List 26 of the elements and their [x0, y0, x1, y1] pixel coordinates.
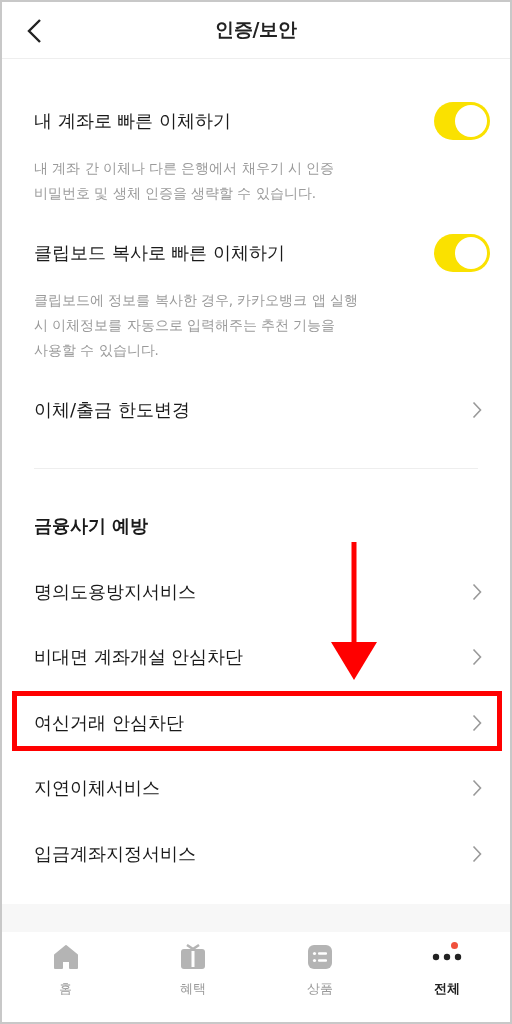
- chevron-right-icon: [472, 844, 482, 863]
- menu-item[interactable]: 입금계좌지정서비스: [2, 821, 510, 887]
- section-title: 금융사기 예방: [33, 514, 150, 538]
- toggle-switch[interactable]: [434, 234, 490, 272]
- setting-label: 클립보드 복사로 빠른 이체하기: [34, 241, 286, 265]
- toggle-switch[interactable]: [434, 102, 490, 140]
- home-icon: [52, 944, 79, 970]
- page-title: 인증/보안: [214, 17, 298, 42]
- menu-item[interactable]: 여신거래 안심차단: [2, 690, 510, 756]
- menu-item[interactable]: 비대면 계좌개설 안심차단: [2, 624, 510, 690]
- more-icon: [431, 953, 462, 961]
- list-icon: [306, 944, 333, 970]
- setting-description: 내 계좌 간 이체나 다른 은행에서 채우기 시 인증 비밀번호 및 생체 인증을 생략할 수 있습니다.: [34, 159, 336, 203]
- back-icon[interactable]: [26, 18, 42, 44]
- chevron-right-icon: [472, 648, 482, 667]
- chevron-right-icon: [472, 779, 482, 798]
- chevron-right-icon: [472, 401, 482, 419]
- setting-description: 클립보드에 정보를 복사한 경우, 카카오뱅크 앱 실행 시 이체정보를 자동으로 입력해주는 추천 기능을 사용할 수 있습니다.: [34, 291, 360, 360]
- menu-item[interactable]: 명의도용방지서비스: [2, 559, 510, 625]
- menu-item[interactable]: 이체/출금 한도변경: [2, 388, 510, 432]
- menu-item[interactable]: 지연이체서비스: [2, 755, 510, 821]
- gift-icon: [179, 944, 206, 970]
- chevron-right-icon: [472, 713, 482, 732]
- setting-label: 내 계좌로 빠른 이체하기: [34, 109, 232, 133]
- chevron-right-icon: [472, 582, 482, 601]
- tab-bar-item[interactable]: 전체: [383, 932, 510, 1022]
